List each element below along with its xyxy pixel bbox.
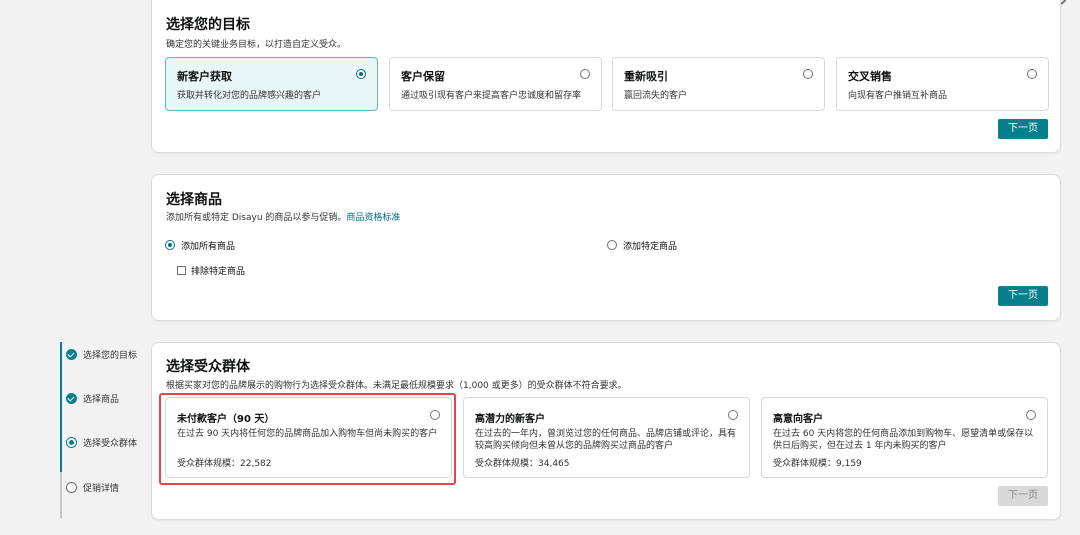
audience-option-title: 高意向客户	[773, 414, 823, 425]
audience-card: 选择受众群体 根据买家对您的品牌展示的购物行为选择受众群体。未满足最低规模要求（…	[151, 342, 1061, 520]
step-label: 选择您的目标	[83, 351, 138, 361]
specific-products-label: 添加特定商品	[623, 242, 678, 252]
goal-option-desc: 获取并转化对您的品牌感兴趣的客户	[177, 91, 322, 101]
audience-option-high-potential[interactable]: 高潜力的新客户 在过去的一年内，曾浏览过您的任何商品、品牌店铺或评论，具有较高购…	[463, 397, 750, 478]
products-next-button[interactable]: 下一页	[998, 286, 1048, 306]
radio-all-products[interactable]	[165, 240, 175, 250]
step-label: 促销详情	[83, 484, 120, 494]
goal-title: 选择您的目标	[166, 17, 250, 33]
goal-desc: 确定您的关键业务目标，以打造自定义受众。	[166, 40, 347, 50]
goal-option-desc: 向现有客户推销互补商品	[848, 91, 948, 101]
audience-option-size: 受众群体规模：9,159	[773, 459, 862, 469]
progress-steps: 选择您的目标 选择商品 选择受众群体 促销详情	[60, 342, 148, 518]
radio[interactable]	[580, 69, 590, 79]
audience-option-size: 受众群体规模：34,465	[475, 459, 570, 469]
check-icon	[66, 393, 77, 404]
goal-option-title: 新客户获取	[177, 70, 232, 83]
current-step-icon	[66, 437, 77, 448]
goal-option-reengage[interactable]: 重新吸引 赢回流失的客户	[612, 57, 825, 111]
audience-option-unpaid[interactable]: 未付款客户（90 天） 在过去 90 天内将任何您的品牌商品加入购物车但尚未购买…	[165, 397, 452, 478]
audience-option-size: 受众群体规模：22,582	[177, 459, 272, 469]
products-title: 选择商品	[166, 192, 222, 208]
goal-option-title: 客户保留	[401, 70, 445, 83]
goal-option-retention[interactable]: 客户保留 通过吸引现有客户来提高客户忠诚度和留存率	[389, 57, 602, 111]
audience-next-button[interactable]: 下一页	[998, 486, 1048, 506]
progress-bar-done	[60, 342, 62, 472]
exclude-label: 排除特定商品	[191, 267, 246, 277]
progress-bar-pending	[60, 472, 62, 518]
goal-option-desc: 通过吸引现有客户来提高客户忠诚度和留存率	[401, 91, 582, 101]
audience-title: 选择受众群体	[166, 359, 250, 375]
products-desc: 添加所有或特定 Disayu 的商品以参与促销。商品资格标准	[166, 210, 400, 223]
step-label: 选择受众群体	[83, 439, 138, 449]
audience-option-desc: 在过去 60 天内将您的任何商品添加到购物车、愿望清单或保存以供日后购买，但在过…	[773, 429, 1034, 451]
radio[interactable]	[1026, 410, 1036, 420]
goal-card: 选择您的目标 确定您的关键业务目标，以打造自定义受众。 新客户获取 获取并转化对…	[151, 0, 1061, 153]
radio[interactable]	[1027, 69, 1037, 79]
products-card: 选择商品 添加所有或特定 Disayu 的商品以参与促销。商品资格标准 添加所有…	[151, 174, 1061, 321]
audience-option-desc: 在过去 90 天内将任何您的品牌商品加入购物车但尚未购买的客户	[177, 429, 438, 439]
all-products-label: 添加所有商品	[181, 242, 236, 252]
radio-selected[interactable]	[356, 69, 366, 79]
check-icon	[66, 349, 77, 360]
goal-option-title: 交叉销售	[848, 70, 892, 83]
goal-option-title: 重新吸引	[624, 70, 668, 83]
step-label: 选择商品	[83, 395, 120, 405]
goal-option-cross-sell[interactable]: 交叉销售 向现有客户推销互补商品	[836, 57, 1049, 111]
goal-option-desc: 赢回流失的客户	[624, 91, 688, 101]
radio[interactable]	[728, 410, 738, 420]
eligibility-link[interactable]: 商品资格标准	[346, 213, 400, 223]
exclude-checkbox[interactable]	[177, 266, 186, 275]
audience-option-title: 高潜力的新客户	[475, 414, 545, 425]
goal-option-new-customer[interactable]: 新客户获取 获取并转化对您的品牌感兴趣的客户	[165, 57, 378, 111]
products-desc-text: 添加所有或特定 Disayu 的商品以参与促销。	[166, 213, 347, 223]
radio[interactable]	[430, 410, 440, 420]
audience-option-desc: 在过去的一年内，曾浏览过您的任何商品、品牌店铺或评论，具有较高购买倾向但未曾从您…	[475, 429, 737, 451]
radio-specific-products[interactable]	[607, 240, 617, 250]
goal-next-button[interactable]: 下一页	[998, 119, 1048, 139]
pending-step-icon	[66, 482, 77, 493]
audience-desc: 根据买家对您的品牌展示的购物行为选择受众群体。未满足最低规模要求（1,000 或…	[166, 381, 627, 391]
radio[interactable]	[803, 69, 813, 79]
audience-option-high-intent[interactable]: 高意向客户 在过去 60 天内将您的任何商品添加到购物车、愿望清单或保存以供日后…	[761, 397, 1048, 478]
audience-option-title: 未付款客户（90 天）	[177, 414, 275, 425]
